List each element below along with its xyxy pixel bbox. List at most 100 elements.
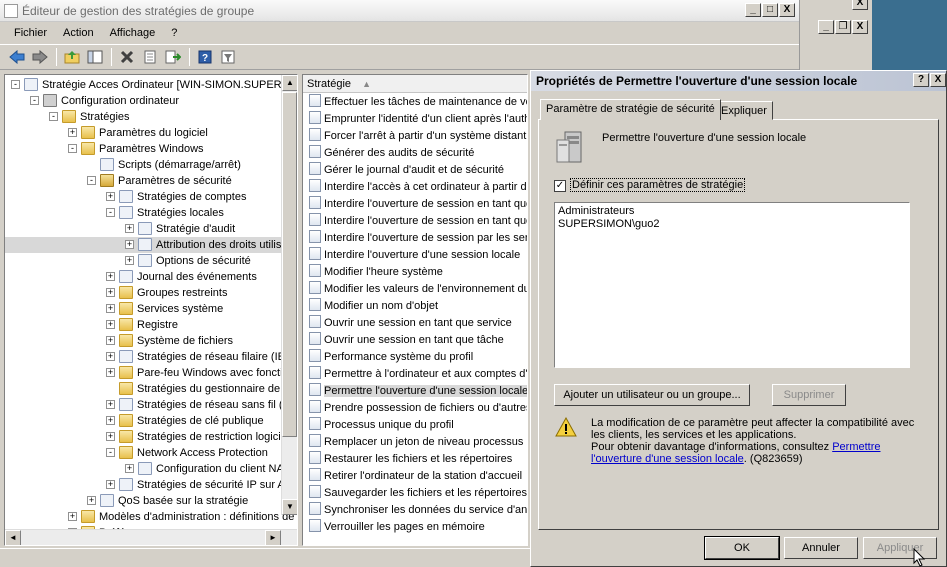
policy-list-item[interactable]: Modifier un nom d'objet bbox=[309, 298, 527, 315]
expand-icon[interactable]: + bbox=[106, 192, 115, 201]
policy-list-item[interactable]: Permettre l'ouverture d'une session loca… bbox=[309, 383, 527, 400]
tree-item[interactable]: + Registre bbox=[5, 317, 283, 333]
collapse-icon[interactable]: - bbox=[68, 144, 77, 153]
policy-list-item[interactable]: Ouvrir une session en tant que service bbox=[309, 315, 527, 332]
policy-list-item[interactable]: Verrouiller les pages en mémoire bbox=[309, 519, 527, 536]
expand-icon[interactable]: + bbox=[106, 368, 115, 377]
policy-list-item[interactable]: Interdire l'ouverture de session en tant… bbox=[309, 196, 527, 213]
ok-button[interactable]: OK bbox=[704, 536, 780, 560]
expand-icon[interactable]: + bbox=[125, 256, 134, 265]
collapse-icon[interactable]: - bbox=[106, 448, 115, 457]
scroll-up-arrow-icon[interactable]: ▲ bbox=[282, 75, 297, 91]
delete-icon[interactable] bbox=[116, 47, 138, 67]
tree-item[interactable]: Stratégies du gestionnaire de listes de … bbox=[5, 381, 297, 397]
expand-icon[interactable]: + bbox=[106, 480, 115, 489]
tree-item[interactable]: - Paramètres Windows bbox=[5, 141, 283, 157]
maximize-button[interactable]: □ bbox=[762, 3, 778, 17]
policy-list-item[interactable]: Interdire l'ouverture de session par les… bbox=[309, 230, 527, 247]
bg-minimize-button[interactable]: _ bbox=[818, 20, 834, 34]
expand-icon[interactable]: + bbox=[106, 272, 115, 281]
tree-item[interactable]: Scripts (démarrage/arrêt) bbox=[5, 157, 283, 173]
tree-item[interactable]: + Stratégies de restriction logicielle bbox=[5, 429, 297, 445]
tab-security-policy-setting[interactable]: Paramètre de stratégie de sécurité bbox=[540, 99, 721, 120]
scroll-thumb[interactable] bbox=[282, 92, 297, 437]
policy-list-item[interactable]: Ouvrir une session en tant que tâche bbox=[309, 332, 527, 349]
list-item[interactable]: SUPERSIMON\guo2 bbox=[558, 218, 906, 231]
collapse-icon[interactable]: - bbox=[49, 112, 58, 121]
policy-list-item[interactable]: Processus unique du profil bbox=[309, 417, 527, 434]
tree-item[interactable]: + Stratégies de clé publique bbox=[5, 413, 283, 429]
expand-icon[interactable]: + bbox=[68, 128, 77, 137]
expand-icon[interactable]: + bbox=[125, 240, 134, 249]
scroll-right-arrow-icon[interactable]: ► bbox=[265, 530, 281, 545]
tree-item[interactable]: + Stratégie d'audit bbox=[5, 221, 283, 237]
tree-item[interactable]: + Stratégies de réseau filaire (IEEE 802.… bbox=[5, 349, 297, 365]
dialog-close-button[interactable]: X bbox=[930, 73, 946, 87]
expand-icon[interactable]: + bbox=[68, 512, 77, 521]
bg-top-close-button[interactable]: X bbox=[852, 0, 868, 10]
policy-list-pane[interactable]: Stratégie ▲ Effectuer les tâches de main… bbox=[302, 74, 528, 546]
export-icon[interactable] bbox=[162, 47, 184, 67]
tree-item[interactable]: + Modèles d'administration : définitions … bbox=[5, 509, 297, 525]
policy-list-item[interactable]: Sauvegarder les fichiers et les répertoi… bbox=[309, 485, 527, 502]
collapse-icon[interactable]: - bbox=[30, 96, 39, 105]
dialog-help-button[interactable]: ? bbox=[913, 73, 929, 87]
expand-icon[interactable]: + bbox=[106, 336, 115, 345]
list-item[interactable]: Administrateurs bbox=[558, 205, 906, 218]
tree-item[interactable]: + Services système bbox=[5, 301, 283, 317]
expand-icon[interactable]: + bbox=[106, 400, 115, 409]
forward-icon[interactable] bbox=[29, 47, 51, 67]
expand-icon[interactable]: + bbox=[106, 432, 115, 441]
policy-list-item[interactable]: Interdire l'ouverture d'une session loca… bbox=[309, 247, 527, 264]
tree-item[interactable]: + Paramètres du logiciel bbox=[5, 125, 283, 141]
bg-restore-button[interactable]: ❐ bbox=[835, 20, 851, 34]
policy-list-item[interactable]: Restaurer les fichiers et les répertoire… bbox=[309, 451, 527, 468]
tree-pane[interactable]: - Stratégie Acces Ordinateur [WIN-SIMON.S… bbox=[4, 74, 298, 546]
bg-close-button[interactable]: X bbox=[852, 20, 868, 34]
policy-list-item[interactable]: Effectuer les tâches de maintenance de v… bbox=[309, 94, 527, 111]
policy-list-item[interactable]: Permettre à l'ordinateur et aux comptes … bbox=[309, 366, 527, 383]
policy-list-item[interactable]: Prendre possession de fichiers ou d'autr… bbox=[309, 400, 527, 417]
policy-list-item[interactable]: Remplacer un jeton de niveau processus bbox=[309, 434, 527, 451]
cancel-button[interactable]: Annuler bbox=[784, 537, 858, 559]
tree-horizontal-scrollbar[interactable]: ◄ ► bbox=[5, 529, 297, 545]
menu-help[interactable]: ? bbox=[163, 27, 185, 39]
policy-list-item[interactable]: Forcer l'arrêt à partir d'un système dis… bbox=[309, 128, 527, 145]
tree-item[interactable]: + Pare-feu Windows avec fonctions avancée… bbox=[5, 365, 297, 381]
up-folder-icon[interactable] bbox=[61, 47, 83, 67]
user-group-list[interactable]: Administrateurs SUPERSIMON\guo2 bbox=[554, 202, 910, 368]
tree-item[interactable]: + Groupes restreints bbox=[5, 285, 283, 301]
properties-icon[interactable] bbox=[139, 47, 161, 67]
define-policy-label[interactable]: Définir ces paramètres de stratégie bbox=[569, 178, 746, 192]
policy-list-item[interactable]: Emprunter l'identité d'un client après l… bbox=[309, 111, 527, 128]
policy-list-item[interactable]: Synchroniser les données du service d'an… bbox=[309, 502, 527, 519]
menu-action[interactable]: Action bbox=[55, 27, 102, 39]
minimize-button[interactable]: _ bbox=[745, 3, 761, 17]
add-user-group-button[interactable]: Ajouter un utilisateur ou un groupe... bbox=[554, 384, 750, 406]
expand-icon[interactable]: + bbox=[106, 320, 115, 329]
tree-item[interactable]: + Stratégies de réseau sans fil (IEEE 802… bbox=[5, 397, 297, 413]
policy-list-item[interactable]: Interdire l'accès à cet ordinateur à par… bbox=[309, 179, 527, 196]
column-header-strategie[interactable]: Stratégie ▲ bbox=[303, 75, 527, 93]
tree-item[interactable]: - Network Access Protection bbox=[5, 445, 283, 461]
policy-list-item[interactable]: Performance système du profil bbox=[309, 349, 527, 366]
tree-item[interactable]: + Attribution des droits utilisateur bbox=[5, 237, 297, 253]
dialog-title-bar[interactable]: Propriétés de Permettre l'ouverture d'un… bbox=[531, 71, 946, 91]
close-button[interactable]: X bbox=[779, 3, 795, 17]
policy-list-item[interactable]: Modifier l'heure système bbox=[309, 264, 527, 281]
help-icon[interactable]: ? bbox=[194, 47, 216, 67]
back-icon[interactable] bbox=[6, 47, 28, 67]
tree-item[interactable]: - Configuration ordinateur bbox=[5, 93, 283, 109]
expand-icon[interactable]: + bbox=[125, 464, 134, 473]
remove-button[interactable]: Supprimer bbox=[772, 384, 846, 406]
expand-icon[interactable]: + bbox=[106, 288, 115, 297]
collapse-icon[interactable]: - bbox=[106, 208, 115, 217]
menu-affichage[interactable]: Affichage bbox=[102, 27, 164, 39]
tree-item[interactable]: + Stratégies de sécurité IP sur Active Di… bbox=[5, 477, 297, 493]
expand-icon[interactable]: + bbox=[106, 416, 115, 425]
scroll-left-arrow-icon[interactable]: ◄ bbox=[5, 530, 21, 545]
policy-list-item[interactable]: Générer des audits de sécurité bbox=[309, 145, 527, 162]
filter-icon[interactable] bbox=[217, 47, 239, 67]
policy-list-item[interactable]: Retirer l'ordinateur de la station d'acc… bbox=[309, 468, 527, 485]
tree-item[interactable]: + Stratégies de comptes bbox=[5, 189, 283, 205]
